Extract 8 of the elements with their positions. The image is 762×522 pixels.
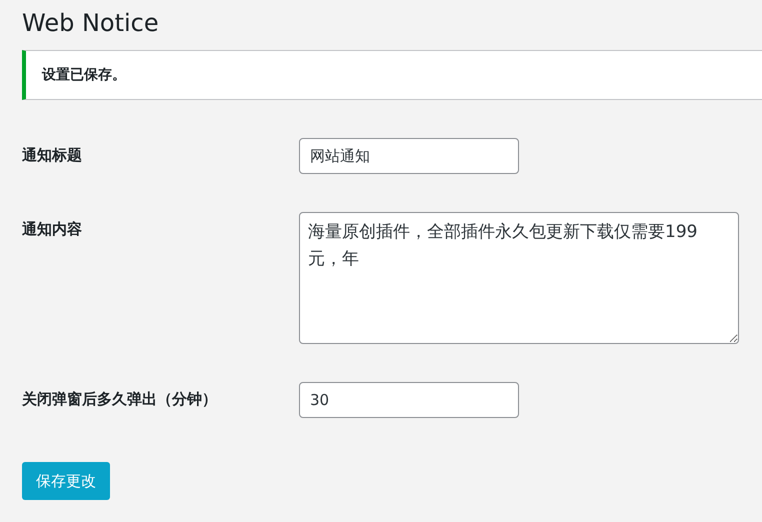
input-field[interactable]: 30 [299, 382, 519, 418]
field-label: 关闭弹窗后多久弹出（分钟） [22, 389, 218, 409]
input-field[interactable]: 网站通知 [299, 138, 519, 174]
page-title: Web Notice [22, 8, 160, 39]
field-label: 通知内容 [22, 219, 83, 239]
textarea-field[interactable]: 海量原创插件，全部插件永久包更新下载仅需要199元，年 [299, 212, 739, 344]
field-label: 通知标题 [22, 145, 83, 165]
notice-message: 设置已保存。 [42, 66, 126, 84]
